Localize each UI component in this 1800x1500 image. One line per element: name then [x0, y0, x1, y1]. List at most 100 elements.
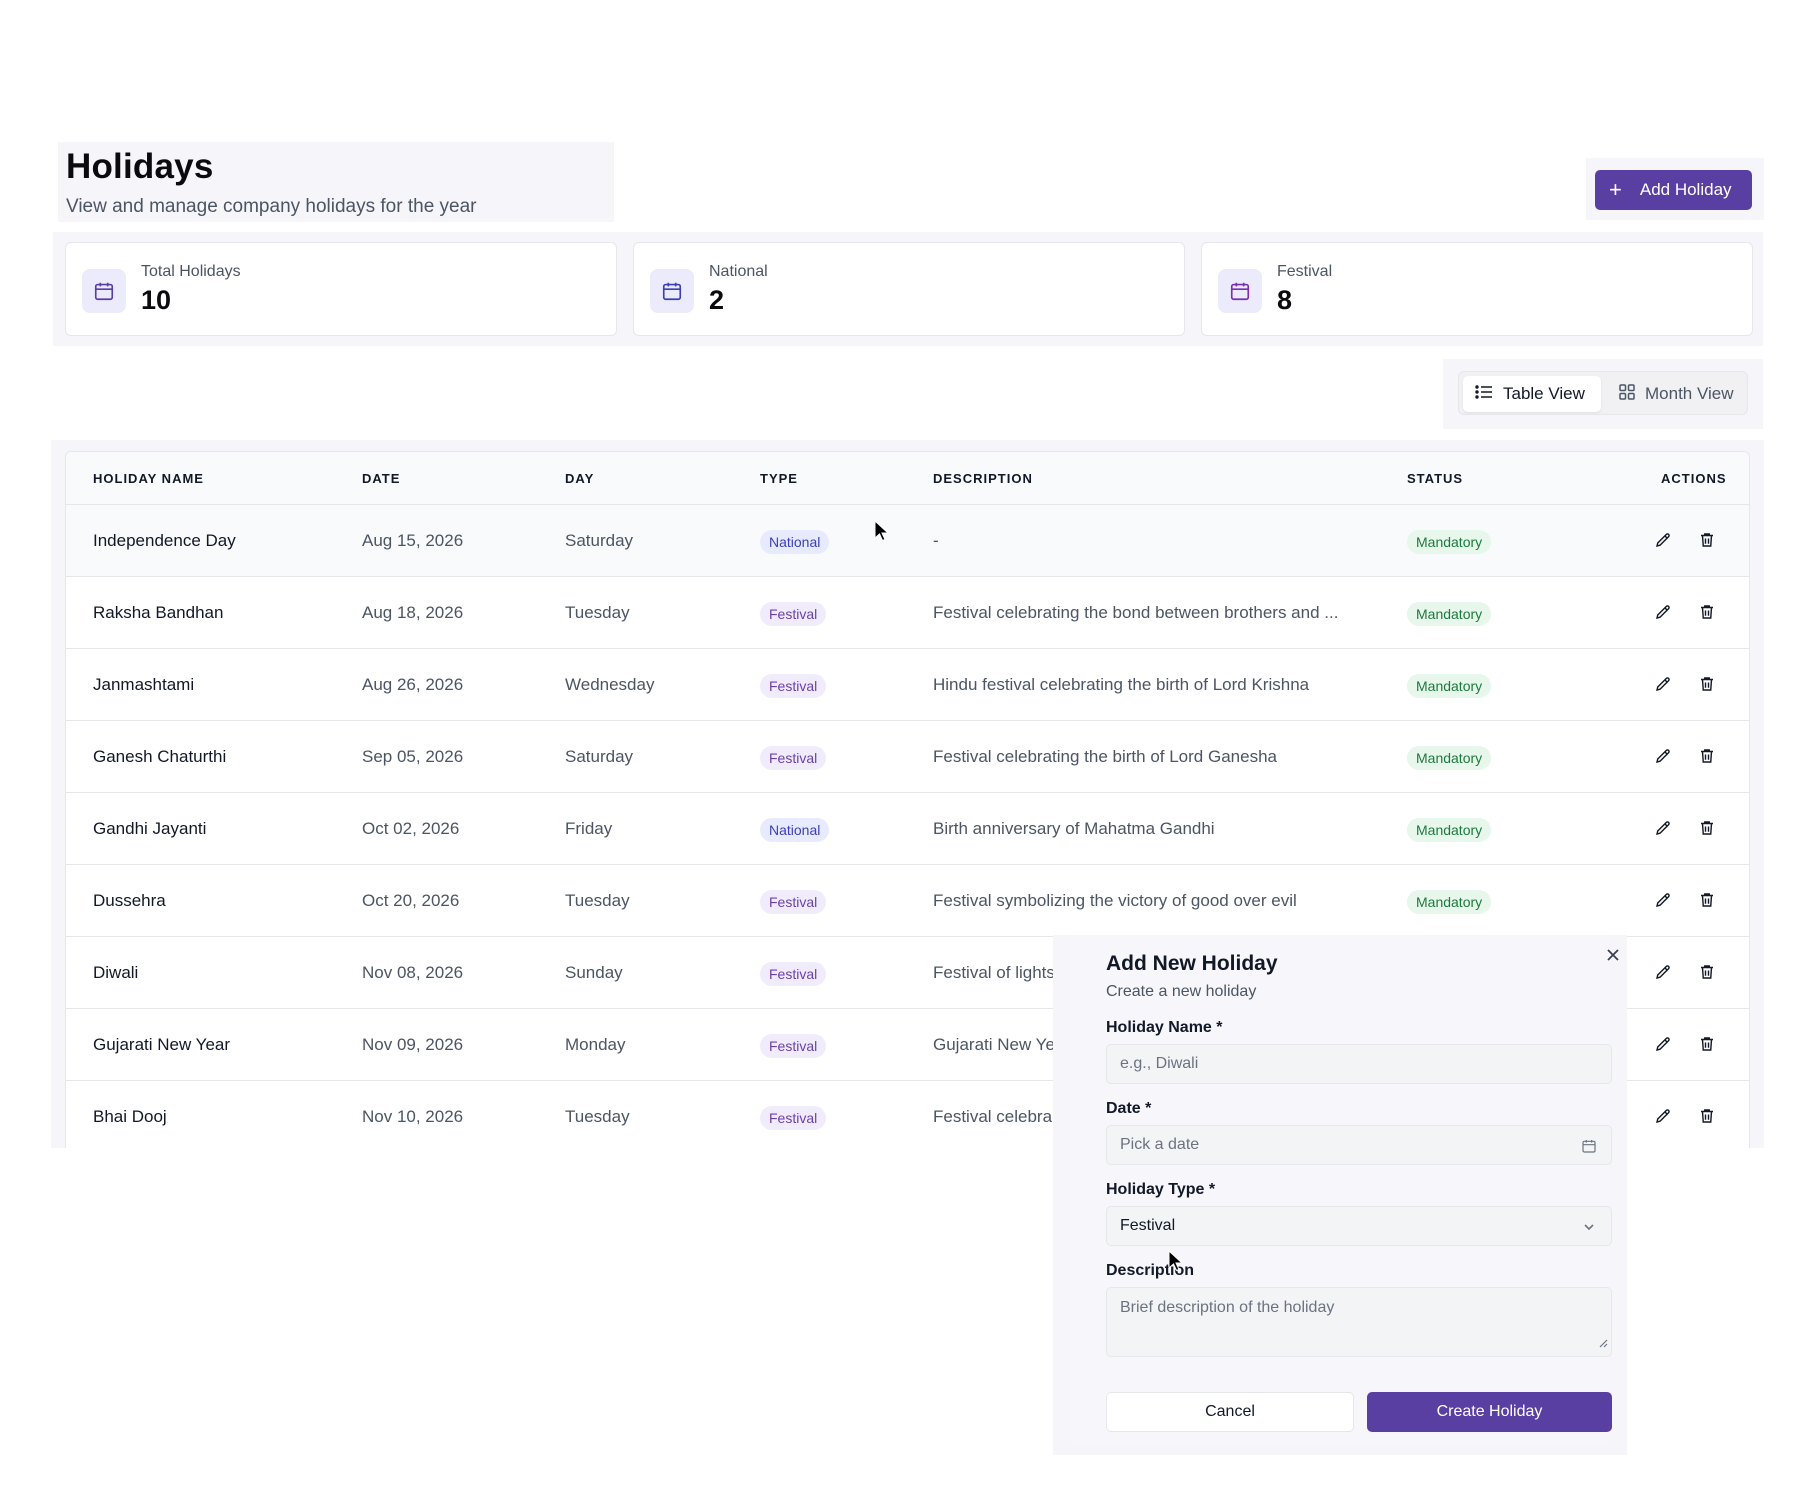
resize-handle-icon[interactable]: [1598, 1335, 1608, 1353]
holiday-day-cell: Tuesday: [565, 891, 630, 910]
add-holiday-label: Add Holiday: [1639, 180, 1732, 199]
column-header-name: HOLIDAY NAME: [93, 471, 204, 486]
mouse-cursor-icon: [1168, 1250, 1184, 1272]
holiday-type-value: Festival: [1120, 1217, 1176, 1234]
holiday-date-cell: Nov 09, 2026: [362, 1035, 464, 1054]
holiday-date-cell: Aug 15, 2026: [362, 531, 464, 550]
month-view-button[interactable]: Month View: [1607, 376, 1745, 412]
holiday-name-cell: Janmashtami: [93, 675, 195, 694]
close-icon[interactable]: [1603, 945, 1623, 965]
trash-icon[interactable]: [1696, 961, 1718, 983]
table-row: Dussehra Oct 20, 2026 Tuesday Festival Festi…: [66, 865, 1749, 937]
holiday-description-cell: Festival symbolizing the victory of good…: [933, 891, 1297, 910]
pencil-icon[interactable]: [1652, 529, 1674, 551]
stat-card-total: Total Holidays 10: [65, 242, 617, 336]
table-header: HOLIDAY NAME DATE DAY TYPE DESCRIPTION S…: [66, 452, 1749, 505]
date-picker-input[interactable]: Pick a date: [1106, 1125, 1612, 1165]
dialog-title: Add New Holiday: [1106, 952, 1278, 975]
holiday-day-cell: Friday: [565, 819, 613, 838]
holiday-name-label: Holiday Name *: [1106, 1019, 1223, 1036]
holiday-name-input[interactable]: e.g., Diwali: [1106, 1044, 1612, 1084]
table-view-button[interactable]: Table View: [1463, 376, 1601, 412]
add-holiday-button[interactable]: + Add Holiday: [1595, 170, 1752, 210]
holiday-description-cell: Festival celebrating the birth of Lord G…: [933, 747, 1277, 766]
holiday-day-cell: Wednesday: [565, 675, 655, 694]
holiday-day-cell: Monday: [565, 1035, 626, 1054]
pencil-icon[interactable]: [1652, 817, 1674, 839]
pencil-icon[interactable]: [1652, 961, 1674, 983]
trash-icon[interactable]: [1696, 1105, 1718, 1127]
stat-value: 2: [709, 285, 725, 315]
stat-label: Total Holidays: [141, 263, 241, 280]
stat-label: National: [709, 263, 768, 280]
holiday-description-cell: Birth anniversary of Mahatma Gandhi: [933, 819, 1215, 838]
list-icon: [1475, 384, 1493, 405]
status-badge: Mandatory: [1407, 890, 1492, 914]
type-badge: Festival: [760, 890, 827, 914]
cancel-button[interactable]: Cancel: [1106, 1392, 1354, 1432]
calendar-icon: [1218, 269, 1262, 313]
type-badge: National: [760, 818, 830, 842]
trash-icon[interactable]: [1696, 673, 1718, 695]
holiday-day-cell: Tuesday: [565, 1107, 630, 1126]
holiday-type-select[interactable]: Festival: [1106, 1206, 1612, 1246]
trash-icon[interactable]: [1696, 1033, 1718, 1055]
holiday-date-cell: Oct 20, 2026: [362, 891, 460, 910]
calendar-icon[interactable]: [1579, 1136, 1599, 1156]
holiday-description-cell: Hindu festival celebrating the birth of …: [933, 675, 1310, 694]
stat-label: Festival: [1277, 263, 1333, 280]
status-badge: Mandatory: [1407, 602, 1492, 626]
holiday-name-cell: Ganesh Chaturthi: [93, 747, 227, 766]
pencil-icon[interactable]: [1652, 601, 1674, 623]
trash-icon[interactable]: [1696, 889, 1718, 911]
table-row: Janmashtami Aug 26, 2026 Wednesday Festival…: [66, 649, 1749, 721]
holiday-name-cell: Gujarati New Year: [93, 1035, 231, 1054]
mouse-cursor-icon: [874, 520, 890, 542]
holiday-name-cell: Gandhi Jayanti: [93, 819, 207, 838]
create-holiday-button[interactable]: Create Holiday: [1367, 1392, 1612, 1432]
table-view-label: Table View: [1503, 384, 1585, 403]
trash-icon[interactable]: [1696, 745, 1718, 767]
type-badge: Festival: [760, 962, 827, 986]
holiday-type-label: Holiday Type *: [1106, 1181, 1216, 1198]
trash-icon[interactable]: [1696, 529, 1718, 551]
type-badge: Festival: [760, 674, 827, 698]
pencil-icon[interactable]: [1652, 1105, 1674, 1127]
stat-value: 8: [1277, 285, 1293, 315]
pencil-icon[interactable]: [1652, 745, 1674, 767]
add-holiday-dialog: Add New Holiday Create a new holiday Hol…: [1053, 935, 1627, 1455]
status-badge: Mandatory: [1407, 530, 1492, 554]
holiday-date-cell: Aug 26, 2026: [362, 675, 464, 694]
pencil-icon[interactable]: [1652, 1033, 1674, 1055]
stats-row: Total Holidays 10 National 2 Festival 8: [53, 232, 1763, 346]
holiday-day-cell: Sunday: [565, 963, 623, 982]
page-header: Holidays View and manage company holiday…: [58, 142, 614, 222]
type-badge: National: [760, 530, 830, 554]
holiday-date-cell: Nov 10, 2026: [362, 1107, 464, 1126]
chevron-down-icon: [1579, 1217, 1599, 1237]
column-header-description: DESCRIPTION: [933, 471, 1033, 486]
trash-icon[interactable]: [1696, 817, 1718, 839]
status-badge: Mandatory: [1407, 674, 1492, 698]
holiday-description-cell: Festival celebrating the bond between br…: [933, 603, 1339, 622]
dialog-content: Add New Holiday Create a new holiday Hol…: [1071, 935, 1619, 1445]
trash-icon[interactable]: [1696, 601, 1718, 623]
status-badge: Mandatory: [1407, 818, 1492, 842]
dialog-subtitle: Create a new holiday: [1106, 983, 1257, 1000]
holiday-name-cell: Bhai Dooj: [93, 1107, 167, 1126]
type-badge: Festival: [760, 1106, 827, 1130]
calendar-icon: [82, 269, 126, 313]
pencil-icon[interactable]: [1652, 889, 1674, 911]
pencil-icon[interactable]: [1652, 673, 1674, 695]
month-view-label: Month View: [1645, 384, 1734, 403]
holiday-date-cell: Nov 08, 2026: [362, 963, 464, 982]
page-title: Holidays: [66, 147, 214, 186]
holiday-date-cell: Sep 05, 2026: [362, 747, 464, 766]
table-row: Raksha Bandhan Aug 18, 2026 Tuesday Festiva…: [66, 577, 1749, 649]
description-textarea[interactable]: Brief description of the holiday: [1106, 1287, 1612, 1357]
plus-icon: +: [1609, 177, 1622, 202]
table-row: Ganesh Chaturthi Sep 05, 2026 Saturday Fest…: [66, 721, 1749, 793]
holiday-name-placeholder: e.g., Diwali: [1120, 1055, 1199, 1072]
holiday-day-cell: Tuesday: [565, 603, 630, 622]
description-placeholder: Brief description of the holiday: [1120, 1299, 1335, 1316]
